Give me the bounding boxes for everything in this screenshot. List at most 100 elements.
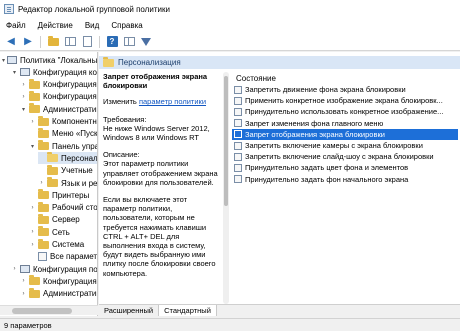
expand-toggle-icon[interactable]: ›: [29, 205, 36, 211]
back-arrow-icon[interactable]: ◀: [4, 35, 18, 49]
policy-description: Запрет отображения экрана блокировки Изм…: [103, 72, 221, 310]
gpedit-window: Редактор локальной групповой политики Фа…: [0, 0, 460, 331]
setting-row[interactable]: Применить конкретное изображение экрана …: [232, 95, 458, 106]
setting-row[interactable]: Принудительно использовать конкретное из…: [232, 106, 458, 117]
setting-label: Принудительно использовать конкретное из…: [245, 107, 444, 117]
expand-toggle-icon[interactable]: ›: [20, 94, 27, 100]
expand-toggle-icon[interactable]: ▾: [2, 57, 5, 64]
description-paragraph: Если вы включаете этот параметр политики…: [103, 195, 216, 278]
settings-rows: Запретить движение фона экрана блокировк…: [232, 84, 458, 185]
tree-item-label: Политика "Локальный: [20, 55, 98, 65]
panel-icon: [64, 37, 76, 46]
setting-row[interactable]: Запретить движение фона экрана блокировк…: [232, 84, 458, 95]
export-list-button[interactable]: [80, 35, 94, 49]
menu-file[interactable]: Файл: [6, 21, 26, 30]
setting-label: Запретить включение камеры с экрана блок…: [245, 141, 423, 151]
folder-icon: [38, 115, 49, 126]
expand-toggle-icon[interactable]: ▾: [11, 69, 18, 76]
window-title: Редактор локальной групповой политики: [18, 4, 170, 14]
expand-toggle-icon[interactable]: ›: [29, 229, 36, 235]
setting-row[interactable]: Запретить включение слайд-шоу с экрана б…: [232, 151, 458, 162]
tree-item[interactable]: Принтеры: [29, 189, 97, 201]
requirements-text: Не ниже Windows Server 2012, Windows 8 и…: [103, 123, 210, 143]
tree-item[interactable]: › Сеть: [29, 226, 97, 238]
view-tabs: Расширенный Стандартный: [99, 304, 460, 316]
tab-standard[interactable]: Стандартный: [159, 305, 217, 316]
tree-item-label: Рабочий сто: [52, 203, 98, 213]
tree-item[interactable]: › Язык и ре: [38, 177, 97, 189]
expand-toggle-icon[interactable]: ›: [11, 266, 18, 272]
folder-icon: [38, 127, 49, 138]
tree-item[interactable]: Учетные: [38, 164, 97, 177]
setting-label: Применить конкретное изображение экрана …: [245, 96, 443, 106]
menu-help[interactable]: Справка: [111, 21, 142, 30]
policy-setting-icon: [234, 96, 242, 105]
forward-arrow-icon[interactable]: ▶: [21, 35, 35, 49]
expand-toggle-icon[interactable]: ›: [20, 278, 27, 284]
help-button[interactable]: ?: [105, 35, 119, 49]
filter-icon: [141, 37, 151, 46]
menu-action[interactable]: Действие: [38, 21, 73, 30]
tree-item[interactable]: Все параметр: [29, 251, 97, 263]
description-scrollbar[interactable]: [223, 72, 229, 304]
setting-row[interactable]: Принудительно задать цвет фона и элемент…: [232, 162, 458, 173]
expand-toggle-icon[interactable]: ›: [38, 180, 45, 186]
setting-row[interactable]: Принудительно задать фон начального экра…: [232, 174, 458, 185]
edit-policy-link[interactable]: параметр политики: [139, 97, 206, 106]
tree-item[interactable]: Меню «Пуск: [29, 127, 98, 140]
policy-setting-icon: [234, 175, 242, 184]
folder-icon: [38, 238, 49, 249]
folder-icon: [29, 90, 40, 101]
document-icon: [82, 36, 92, 47]
show-hide-tree-button[interactable]: [63, 35, 77, 49]
expand-toggle-icon[interactable]: ›: [20, 291, 27, 297]
tree-item-label: Конфигурация пр: [43, 80, 97, 90]
setting-row[interactable]: Запрет отображения экрана блокировки: [232, 128, 458, 140]
scrollbar-thumb[interactable]: [12, 308, 72, 314]
expand-toggle-icon[interactable]: ›: [29, 242, 36, 248]
up-folder-button[interactable]: [46, 35, 60, 49]
tree-item-label: Меню «Пуск: [52, 129, 98, 139]
toolbar-divider: [99, 35, 100, 48]
tree-item[interactable]: › Административн: [20, 287, 97, 300]
expand-toggle-icon[interactable]: ›: [20, 82, 27, 88]
setting-label: Запрет изменения фона главного меню: [245, 118, 384, 128]
setting-row[interactable]: Запретить включение камеры с экрана блок…: [232, 140, 458, 151]
expand-toggle-icon[interactable]: ›: [29, 119, 36, 125]
tree-item[interactable]: ▾ Панель упра: [29, 140, 97, 152]
filter-button[interactable]: [139, 35, 153, 49]
tree-item-label: Административн: [43, 289, 97, 299]
settings-list: Состояние Запретить движение фона экрана…: [232, 72, 458, 185]
folder-icon: [38, 201, 49, 212]
tree-item[interactable]: › Конфигурация поль: [11, 263, 98, 275]
setting-label: Принудительно задать фон начального экра…: [245, 174, 409, 184]
expand-toggle-icon[interactable]: ▾: [20, 106, 27, 113]
menu-view[interactable]: Вид: [85, 21, 99, 30]
properties-button[interactable]: [122, 35, 136, 49]
tree-item[interactable]: Персонали: [38, 152, 97, 165]
tree-item[interactable]: › Система: [29, 238, 97, 251]
tree-item[interactable]: ▾ Политика "Локальный: [2, 54, 98, 66]
tree-item[interactable]: › Конфигурация W: [20, 90, 97, 103]
navigation-tree: ▾Политика "Локальный▾Конфигурация комп›К…: [0, 52, 98, 316]
details-pane: Персонализация Запрет отображения экрана…: [99, 52, 460, 316]
setting-row[interactable]: Запрет изменения фона главного меню: [232, 118, 458, 129]
column-header-state[interactable]: Состояние: [232, 72, 458, 84]
scrollbar-thumb[interactable]: [224, 76, 228, 206]
tree-item[interactable]: › Компонентн: [29, 115, 97, 128]
tree-item[interactable]: ▾ Административн: [20, 103, 97, 115]
policy-setting-icon: [234, 119, 242, 128]
tree-item[interactable]: › Конфигурация W: [20, 275, 97, 287]
policy-setting-icon: [234, 85, 242, 94]
folder-open-icon: [47, 152, 58, 163]
tree-item[interactable]: Сервер: [29, 213, 97, 226]
tree-item-label: Конфигурация поль: [33, 264, 98, 274]
tree-item[interactable]: ▾ Конфигурация комп: [11, 66, 97, 78]
tree-item[interactable]: › Конфигурация пр: [20, 78, 97, 91]
tree-horizontal-scrollbar[interactable]: [0, 305, 98, 315]
tree-item[interactable]: › Рабочий сто: [29, 201, 98, 214]
tree-item-label: Компонентн: [52, 117, 97, 126]
expand-toggle-icon[interactable]: ▾: [29, 143, 36, 150]
setting-label: Принудительно задать цвет фона и элемент…: [245, 163, 409, 173]
tab-extended[interactable]: Расширенный: [99, 305, 160, 316]
